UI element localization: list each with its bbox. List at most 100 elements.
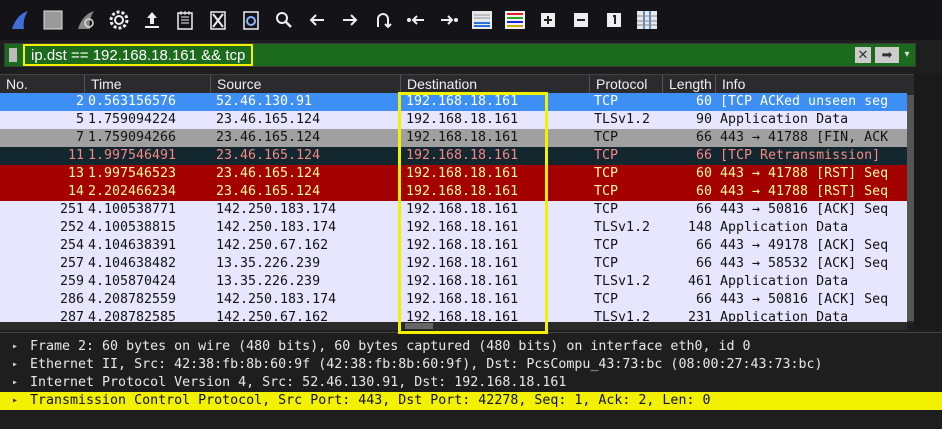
gear-options-icon[interactable]	[106, 7, 132, 33]
packet-list-horizontal-scrollbar[interactable]	[0, 322, 907, 330]
packet-destination: 192.168.18.161	[406, 310, 519, 323]
packet-list-horizontal-scroll-thumb[interactable]	[405, 323, 433, 329]
packet-time: 0.563156576	[88, 94, 177, 109]
bookmark-icon[interactable]	[9, 48, 17, 62]
normal-size-icon[interactable]	[601, 7, 627, 33]
colorize-icon[interactable]	[502, 7, 528, 33]
packet-destination: 192.168.18.161	[406, 148, 519, 163]
packet-list-header: No. Time Source Destination Protocol Len…	[0, 74, 914, 95]
packet-no: 7	[75, 130, 84, 145]
last-packet-icon[interactable]	[436, 7, 462, 33]
packet-protocol: TCP	[594, 202, 619, 217]
packet-details-pane: ▸ Frame 2: 60 bytes on wire (480 bits), 6…	[0, 332, 942, 429]
packet-destination: 192.168.18.161	[406, 220, 519, 235]
packet-destination: 192.168.18.161	[406, 292, 519, 307]
packet-row[interactable]: 11 1.997546491 23.46.165.124 192.168.18.161…	[0, 147, 907, 165]
packet-destination: 192.168.18.161	[406, 94, 519, 109]
apply-filter-icon[interactable]: ➡	[875, 47, 899, 63]
packet-row[interactable]: 259 4.105870424 13.35.226.239 192.168.18.16…	[0, 273, 907, 291]
packet-length: 66	[695, 202, 712, 217]
packet-row[interactable]: 14 2.202466234 23.46.165.124 192.168.18.161…	[0, 183, 907, 201]
packet-row[interactable]: 251 4.100538771 142.250.183.174 192.168.18.…	[0, 201, 907, 219]
packet-row[interactable]: 252 4.100538815 142.250.183.174 192.168.18.…	[0, 219, 907, 237]
packet-row[interactable]: 286 4.208782559 142.250.183.174 192.168.18.…	[0, 291, 907, 309]
packet-destination: 192.168.18.161	[406, 256, 519, 271]
close-file-icon[interactable]	[205, 7, 231, 33]
packet-time: 4.104638391	[88, 238, 177, 253]
detail-tree-item[interactable]: ▸ Transmission Control Protocol, Src Port…	[0, 392, 942, 410]
packet-destination: 192.168.18.161	[406, 130, 519, 145]
packet-protocol: TCP	[594, 94, 619, 109]
packet-length: 461	[687, 274, 712, 289]
resize-columns-icon[interactable]	[634, 7, 660, 33]
packet-row[interactable]: 7 1.759094266 23.46.165.124 192.168.18.161 T…	[0, 129, 907, 147]
packet-length: 66	[695, 292, 712, 307]
zoom-out-icon[interactable]	[568, 7, 594, 33]
packet-protocol: TCP	[594, 166, 619, 181]
packet-protocol: TCP	[594, 292, 619, 307]
expand-arrow-icon[interactable]: ▸	[12, 356, 18, 374]
clear-filter-icon[interactable]: ✕	[855, 47, 871, 63]
go-to-packet-icon[interactable]	[370, 7, 396, 33]
packet-info: Application Data	[720, 274, 849, 289]
packet-info: 443 → 41788 [RST] Seq	[720, 166, 889, 181]
packet-row[interactable]: 13 1.997546523 23.46.165.124 192.168.18.161…	[0, 165, 907, 183]
packet-row[interactable]: 254 4.104638391 142.250.67.162 192.168.18.1…	[0, 237, 907, 255]
detail-tree-text: Internet Protocol Version 4, Src: 52.46.…	[30, 375, 567, 390]
packet-protocol: TLSv1.2	[594, 310, 651, 323]
restart-fin-icon[interactable]	[73, 7, 99, 33]
packet-row[interactable]: 257 4.104638482 13.35.226.239 192.168.18.16…	[0, 255, 907, 273]
packet-row[interactable]: 2 0.563156576 52.46.130.91 192.168.18.161 TC…	[0, 93, 907, 111]
autoscroll-icon[interactable]	[469, 7, 495, 33]
search-icon[interactable]	[271, 7, 297, 33]
expand-arrow-icon[interactable]: ▸	[12, 338, 18, 356]
packet-protocol: TLSv1.2	[594, 112, 651, 127]
expand-arrow-icon[interactable]: ▸	[12, 392, 18, 410]
packet-info: Application Data	[720, 112, 849, 127]
packet-destination: 192.168.18.161	[406, 184, 519, 199]
column-header-info[interactable]: Info	[715, 75, 914, 94]
packet-length: 66	[695, 238, 712, 253]
detail-tree-item[interactable]: ▸ Ethernet II, Src: 42:38:fb:8b:60:9f (42…	[0, 356, 942, 374]
packet-row[interactable]: 287 4.208782585 142.250.67.162 192.168.18.1…	[0, 309, 907, 323]
packet-no: 257	[59, 256, 84, 271]
packet-protocol: TCP	[594, 184, 619, 199]
column-header-source[interactable]: Source	[210, 75, 400, 94]
column-header-length[interactable]: Length	[662, 75, 715, 94]
column-header-destination[interactable]: Destination	[400, 75, 589, 94]
packet-no: 2	[75, 94, 84, 109]
packet-time: 4.100538771	[88, 202, 177, 217]
main-toolbar	[0, 0, 942, 40]
zoom-in-icon[interactable]	[535, 7, 561, 33]
packet-list-vertical-scroll-thumb[interactable]	[907, 95, 914, 321]
filter-history-dropdown-icon[interactable]: ▾	[901, 47, 913, 63]
packet-source: 142.250.67.162	[216, 310, 329, 323]
expand-arrow-icon[interactable]: ▸	[12, 374, 18, 392]
shark-fin-start-icon[interactable]	[7, 7, 33, 33]
arrow-right-icon[interactable]	[337, 7, 363, 33]
display-filter-bar: ip.dst == 192.168.18.161 && tcp ✕ ➡ ▾	[4, 43, 916, 67]
packet-time: 1.997546523	[88, 166, 177, 181]
detail-tree-item[interactable]: ▸ Internet Protocol Version 4, Src: 52.46…	[0, 374, 942, 392]
column-header-time[interactable]: Time	[84, 75, 210, 94]
detail-tree-text: Frame 2: 60 bytes on wire (480 bits), 60…	[30, 339, 751, 354]
first-packet-icon[interactable]	[403, 7, 429, 33]
packet-minimap[interactable]	[914, 74, 942, 330]
column-header-no[interactable]: No.	[0, 75, 84, 94]
reload-icon[interactable]	[238, 7, 264, 33]
packet-source: 142.250.67.162	[216, 238, 329, 253]
packet-time: 4.104638482	[88, 256, 177, 271]
column-header-protocol[interactable]: Protocol	[589, 75, 662, 94]
arrow-left-icon[interactable]	[304, 7, 330, 33]
stop-square-icon[interactable]	[40, 7, 66, 33]
packet-source: 142.250.183.174	[216, 202, 337, 217]
open-file-icon[interactable]	[139, 7, 165, 33]
detail-tree-item[interactable]: ▸ Frame 2: 60 bytes on wire (480 bits), 6…	[0, 338, 942, 356]
packet-info: 443 → 49178 [ACK] Seq	[720, 238, 889, 253]
packet-length: 60	[695, 166, 712, 181]
packet-source: 142.250.183.174	[216, 292, 337, 307]
packet-info: 443 → 41788 [FIN, ACK	[720, 130, 889, 145]
save-file-icon[interactable]	[172, 7, 198, 33]
packet-row[interactable]: 5 1.759094224 23.46.165.124 192.168.18.161 T…	[0, 111, 907, 129]
packet-no: 254	[59, 238, 84, 253]
